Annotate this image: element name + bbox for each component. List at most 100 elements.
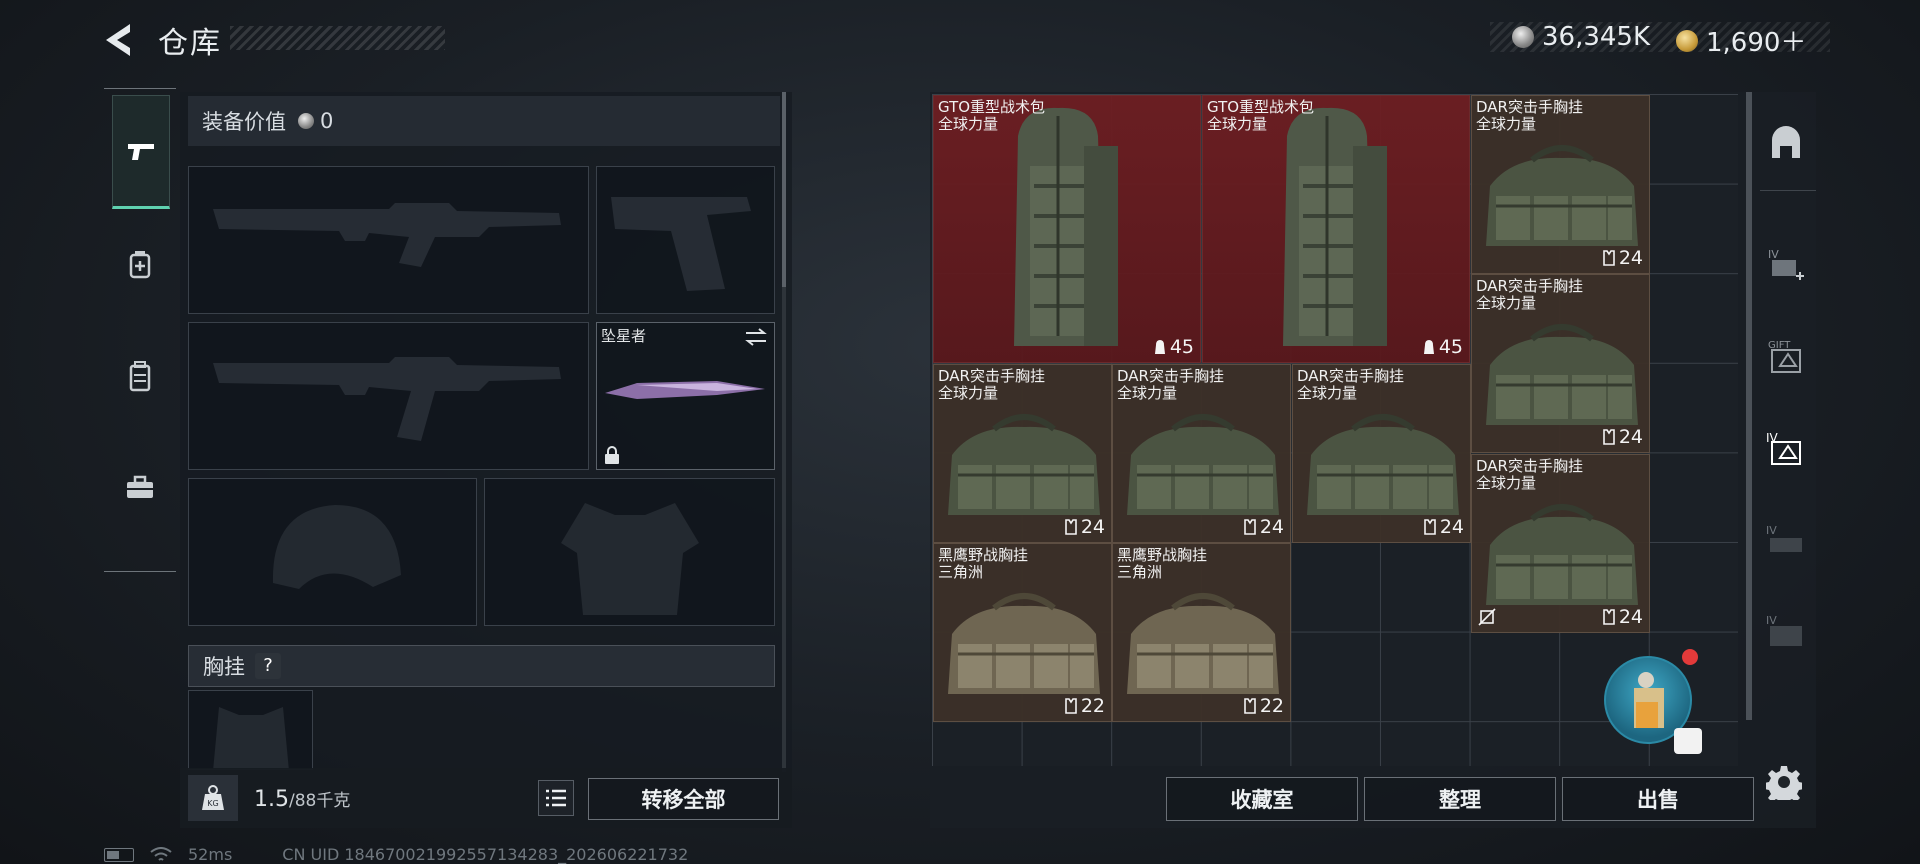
item-name-line2: 三角洲: [1117, 563, 1163, 581]
avatar-badge-icon[interactable]: [1674, 728, 1702, 754]
sort-button[interactable]: 整理: [1364, 777, 1556, 821]
gold-coin-icon: [1676, 29, 1698, 52]
item-name-line1: DAR突击手胸挂: [1117, 367, 1224, 385]
svg-text:KG: KG: [207, 799, 218, 808]
silver-currency: 36,345K: [1512, 22, 1650, 52]
sidearm-slot[interactable]: [596, 166, 775, 314]
battery-icon: [104, 847, 134, 862]
wifi-icon: [150, 846, 172, 861]
stash-item[interactable]: GTO重型战术包 全球力量 45: [933, 95, 1201, 363]
item-name: DAR突击手胸挂 全球力量: [1297, 368, 1404, 402]
stash-item[interactable]: GTO重型战术包 全球力量 45: [1202, 95, 1470, 363]
stash-tab-iv-folder-icon[interactable]: IV: [1766, 610, 1806, 650]
not-tradable-icon: [1478, 608, 1496, 626]
loadout-category-sidebar: [104, 88, 176, 572]
collection-room-button[interactable]: 收藏室: [1166, 777, 1358, 821]
stash-item[interactable]: DAR突击手胸挂 全球力量 24: [1471, 274, 1650, 453]
stash-home-icon[interactable]: [1766, 122, 1806, 162]
tab-weapons[interactable]: [112, 95, 170, 209]
stash-item[interactable]: 黑鹰野战胸挂 三角洲 22: [1112, 543, 1291, 722]
backpack-icon: [129, 361, 151, 392]
pistol-icon: [128, 144, 154, 160]
tab-medkit[interactable]: [112, 209, 168, 319]
item-capacity-value: 22: [1080, 695, 1105, 717]
list-view-button[interactable]: [538, 780, 574, 816]
vest-capacity-icon: [1065, 698, 1077, 714]
backpack-item-icon: [1014, 107, 1118, 346]
item-capacity: 24: [1602, 426, 1643, 448]
tab-backpack[interactable]: [112, 321, 168, 431]
item-name: GTO重型战术包 全球力量: [1207, 99, 1314, 133]
item-capacity-value: 24: [1439, 516, 1464, 538]
stash-item[interactable]: 黑鹰野战胸挂 三角洲 22: [933, 543, 1112, 722]
stash-tab-iv-weapon-icon[interactable]: IV: [1766, 520, 1806, 560]
vest-silhouette-icon: [213, 707, 289, 769]
stash-tab-iv-active-icon[interactable]: IV: [1766, 428, 1806, 468]
primary-weapon-slot[interactable]: [188, 166, 589, 314]
gold-currency[interactable]: 1,690＋: [1676, 22, 1806, 59]
item-name-line2: 全球力量: [1207, 115, 1268, 133]
help-icon[interactable]: ?: [255, 653, 281, 679]
item-name: DAR突击手胸挂 全球力量: [938, 368, 1045, 402]
item-name: DAR突击手胸挂 全球力量: [1476, 458, 1583, 492]
chest-rig-slot[interactable]: [188, 690, 313, 770]
item-capacity-value: 24: [1259, 516, 1284, 538]
chest-rig-section-header: 胸挂 ?: [188, 645, 775, 687]
item-capacity: 24: [1423, 516, 1464, 538]
armor-silhouette-icon: [561, 503, 699, 615]
svg-text:IV: IV: [1766, 614, 1777, 627]
silver-amount: 36,345K: [1542, 22, 1651, 52]
item-name: DAR突击手胸挂 全球力量: [1476, 99, 1583, 133]
vest-capacity-icon: [1603, 609, 1615, 625]
gear-icon[interactable]: [1766, 764, 1802, 800]
item-capacity-value: 24: [1618, 426, 1643, 448]
item-name-line2: 全球力量: [938, 384, 999, 402]
loadout-scrollbar[interactable]: [782, 92, 786, 287]
silver-coin-icon: [298, 113, 314, 129]
item-name-line1: GTO重型战术包: [938, 98, 1046, 116]
sell-button[interactable]: 出售: [1562, 777, 1754, 821]
stash-tab-iv-add-icon[interactable]: IV: [1766, 244, 1806, 284]
rail-divider: [1760, 190, 1816, 191]
equipment-value: 0: [320, 109, 334, 133]
item-name-line1: DAR突击手胸挂: [1476, 277, 1583, 295]
transfer-all-button[interactable]: 转移全部: [588, 778, 779, 820]
item-capacity: 22: [1064, 695, 1105, 717]
silver-coin-icon: [1512, 26, 1534, 48]
weight-current: 1.5: [254, 787, 289, 812]
bag-capacity-icon: [1154, 340, 1165, 354]
weight-icon-box: KG: [188, 775, 238, 821]
helmet-silhouette-icon: [272, 505, 401, 589]
tab-toolbox[interactable]: [112, 433, 168, 543]
equipment-value-label: 装备价值: [202, 110, 286, 134]
stash-item[interactable]: DAR突击手胸挂 全球力量 24: [1471, 95, 1650, 274]
body-armor-slot[interactable]: [484, 478, 775, 626]
item-capacity-value: 24: [1618, 247, 1643, 269]
list-icon: [546, 789, 566, 807]
stash-item[interactable]: DAR突击手胸挂 全球力量 24: [1471, 454, 1650, 633]
stash-item[interactable]: DAR突击手胸挂 全球力量 24: [1112, 364, 1291, 543]
melee-slot[interactable]: 坠星者: [596, 322, 775, 470]
back-arrow-icon[interactable]: [100, 20, 140, 60]
toolbox-icon: [127, 475, 153, 498]
item-capacity: 24: [1064, 516, 1105, 538]
item-name-line2: 全球力量: [1476, 294, 1537, 312]
helmet-slot[interactable]: [188, 478, 477, 626]
vest-capacity-icon: [1244, 698, 1256, 714]
ping-value: 52ms: [188, 845, 233, 864]
item-name-line1: 黑鹰野战胸挂: [1117, 546, 1208, 564]
item-name-line1: DAR突击手胸挂: [1476, 98, 1583, 116]
rifle-silhouette-icon: [213, 203, 561, 267]
bag-capacity-icon: [1423, 340, 1434, 354]
item-name-line2: 全球力量: [1476, 474, 1537, 492]
item-capacity: 22: [1243, 695, 1284, 717]
secondary-weapon-slot[interactable]: [188, 322, 589, 470]
svg-text:IV: IV: [1766, 524, 1777, 537]
stash-item[interactable]: DAR突击手胸挂 全球力量 24: [1292, 364, 1471, 543]
item-name: 黑鹰野战胸挂 三角洲: [938, 547, 1028, 581]
vest-capacity-icon: [1244, 519, 1256, 535]
stash-item[interactable]: DAR突击手胸挂 全球力量 24: [933, 364, 1112, 543]
item-name-line2: 全球力量: [1476, 115, 1537, 133]
vest-capacity-icon: [1603, 250, 1615, 266]
stash-tab-gift-icon[interactable]: GIFT: [1766, 336, 1806, 376]
